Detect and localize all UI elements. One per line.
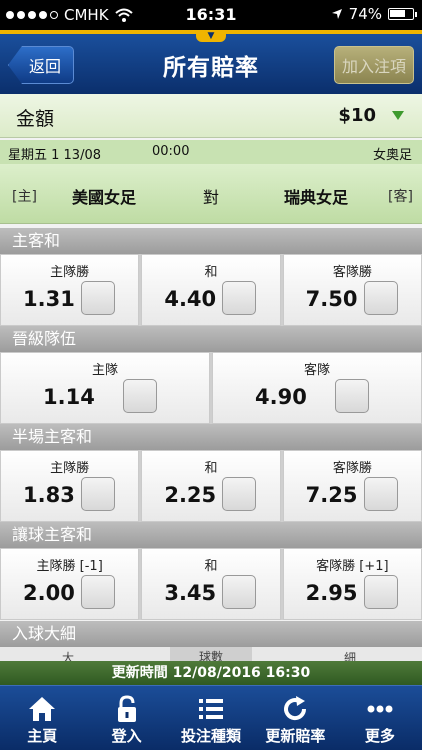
amount-value: $10 bbox=[338, 105, 376, 126]
option-name: 客隊勝 bbox=[332, 265, 372, 280]
amount-label: 金額 bbox=[16, 108, 55, 130]
option-odds: 4.90 bbox=[255, 385, 307, 409]
tab-label: 投注種類 bbox=[181, 727, 242, 745]
chevron-down-icon bbox=[392, 111, 404, 120]
option-name: 客隊 bbox=[303, 363, 330, 378]
option-name: 主隊勝 bbox=[50, 265, 90, 280]
list-icon bbox=[199, 699, 224, 719]
location-icon bbox=[331, 9, 342, 19]
odds-option[interactable]: 和 3.45 bbox=[141, 548, 281, 620]
odds-option[interactable]: 客隊勝 [+1] 2.95 bbox=[282, 548, 422, 620]
option-odds: 2.95 bbox=[305, 581, 358, 605]
status-right: 74% bbox=[331, 5, 417, 23]
amount-selector[interactable]: 金額 $10 bbox=[0, 94, 422, 138]
tab-more[interactable]: 更多 bbox=[338, 686, 422, 750]
add-bet-button[interactable]: 加入注項 bbox=[334, 46, 414, 84]
lock-icon bbox=[117, 695, 136, 722]
battery-percent: 74% bbox=[348, 5, 382, 23]
battery-icon bbox=[388, 8, 417, 20]
away-team: 瑞典女足 bbox=[284, 188, 349, 207]
market-odds-row-partial: 大 球數 細 bbox=[0, 647, 422, 661]
odds-option[interactable]: 和 4.40 bbox=[141, 254, 281, 326]
bet-checkbox[interactable] bbox=[335, 379, 369, 413]
option-odds: 1.31 bbox=[23, 287, 75, 311]
market-odds-row: 主隊勝 1.31 和 4.40 客隊勝 7.50 bbox=[0, 254, 422, 326]
market-header: 晉級隊伍 bbox=[0, 326, 422, 352]
bet-checkbox[interactable] bbox=[81, 575, 115, 609]
tab-label: 主頁 bbox=[27, 727, 58, 745]
option-name: 和 bbox=[204, 461, 218, 476]
market-header: 入球大細 bbox=[0, 621, 422, 647]
option-odds: 2.00 bbox=[23, 581, 75, 605]
odds-option[interactable]: 客隊 4.90 bbox=[212, 352, 422, 424]
tab-label: 更新賠率 bbox=[265, 727, 326, 745]
odds-option[interactable]: 主隊勝 [-1] 2.00 bbox=[0, 548, 140, 620]
market-header: 主客和 bbox=[0, 228, 422, 254]
update-time-bar: 更新時間 12/08/2016 16:30 bbox=[0, 661, 422, 685]
option-name: 主隊勝 bbox=[50, 461, 90, 476]
nav-bar: ▼ 返回 所有賠率 加入注項 bbox=[0, 30, 422, 94]
tab-home[interactable]: 主頁 bbox=[0, 686, 84, 750]
bet-checkbox[interactable] bbox=[222, 281, 257, 315]
bet-checkbox[interactable] bbox=[81, 477, 115, 511]
match-date: 星期五 1 13/08 bbox=[8, 148, 101, 163]
tab-refresh-odds[interactable]: 更新賠率 bbox=[253, 686, 337, 750]
option-odds: 7.25 bbox=[305, 483, 358, 507]
home-icon bbox=[29, 697, 56, 721]
option-name: 主隊勝 [-1] bbox=[36, 559, 103, 574]
bottom-tab-bar: 主頁 登入 投注種類 更新賠率 更多 bbox=[0, 685, 422, 750]
odds-option[interactable]: 主隊勝 1.83 bbox=[0, 450, 140, 522]
option-odds: 4.40 bbox=[164, 287, 217, 311]
bet-checkbox[interactable] bbox=[81, 281, 115, 315]
market-odds-row: 主隊 1.14 客隊 4.90 bbox=[0, 352, 422, 424]
option-name: 主隊 bbox=[91, 363, 118, 378]
option-name: 球數 bbox=[170, 647, 252, 661]
match-teams: [主] 美國女足 對 瑞典女足 [客] bbox=[0, 164, 422, 224]
match-league: 女奧足 bbox=[372, 148, 412, 163]
home-tag: [主] bbox=[12, 189, 37, 205]
home-team: 美國女足 bbox=[72, 188, 137, 207]
option-odds: 7.50 bbox=[305, 287, 358, 311]
tab-label: 更多 bbox=[364, 727, 395, 745]
market-odds-row: 主隊勝 1.83 和 2.25 客隊勝 7.25 bbox=[0, 450, 422, 522]
option-name: 大 bbox=[62, 651, 75, 661]
bet-checkbox[interactable] bbox=[363, 281, 398, 315]
bet-checkbox[interactable] bbox=[363, 477, 398, 511]
option-name: 和 bbox=[204, 265, 218, 280]
option-name: 和 bbox=[204, 559, 218, 574]
bet-checkbox[interactable] bbox=[123, 379, 157, 413]
match-time: 00:00 bbox=[152, 144, 190, 159]
more-icon bbox=[367, 705, 393, 713]
match-info: 星期五 1 13/08 00:00 女奧足 bbox=[0, 140, 422, 164]
option-name: 客隊勝 [+1] bbox=[316, 559, 389, 574]
odds-option[interactable]: 和 2.25 bbox=[141, 450, 281, 522]
tab-bet-types[interactable]: 投注種類 bbox=[169, 686, 253, 750]
tab-label: 登入 bbox=[111, 727, 142, 745]
option-odds: 3.45 bbox=[164, 581, 217, 605]
option-name: 細 bbox=[344, 651, 357, 661]
bet-checkbox[interactable] bbox=[222, 575, 257, 609]
market-header: 讓球主客和 bbox=[0, 522, 422, 548]
bet-checkbox[interactable] bbox=[222, 477, 257, 511]
odds-option[interactable]: 主隊勝 1.31 bbox=[0, 254, 140, 326]
odds-option[interactable]: 主隊 1.14 bbox=[0, 352, 210, 424]
market-header: 半場主客和 bbox=[0, 424, 422, 450]
refresh-icon bbox=[284, 696, 307, 721]
tab-login[interactable]: 登入 bbox=[84, 686, 168, 750]
option-odds: 1.14 bbox=[43, 385, 95, 409]
option-odds: 1.83 bbox=[23, 483, 75, 507]
pull-down-tab[interactable]: ▼ bbox=[196, 30, 226, 42]
bet-checkbox[interactable] bbox=[363, 575, 398, 609]
market-odds-row: 主隊勝 [-1] 2.00 和 3.45 客隊勝 [+1] 2.95 bbox=[0, 548, 422, 620]
option-name: 客隊勝 bbox=[332, 461, 372, 476]
away-tag: [客] bbox=[388, 189, 413, 205]
odds-option[interactable]: 客隊勝 7.25 bbox=[282, 450, 422, 522]
odds-option[interactable]: 客隊勝 7.50 bbox=[282, 254, 422, 326]
option-odds: 2.25 bbox=[164, 483, 217, 507]
status-bar: CMHK 16:31 74% bbox=[0, 0, 422, 30]
vs-label: 對 bbox=[203, 188, 220, 207]
